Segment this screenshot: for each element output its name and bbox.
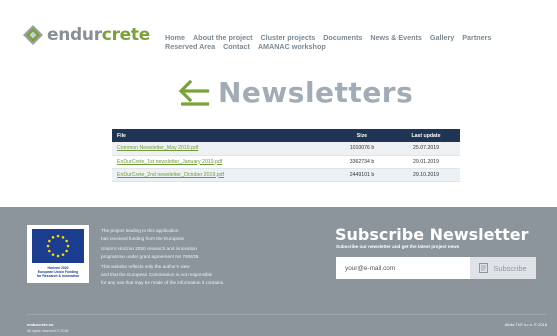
- file-cell: Common Newsletter_May 2019.pdf: [112, 142, 332, 156]
- nav-documents[interactable]: Documents: [323, 33, 362, 42]
- logo-text-gray: endur: [47, 25, 102, 45]
- header-file: File: [112, 129, 332, 142]
- subscribe-title: Subscribe Newsletter: [335, 225, 529, 244]
- file-cell: EnDurCrete_2nd newsletter_October 2019.p…: [112, 168, 332, 182]
- file-link[interactable]: EnDurCrete_1st newsletter_January 2019.p…: [117, 159, 222, 165]
- page-title: Newsletters: [218, 76, 414, 109]
- nav-gallery[interactable]: Gallery: [430, 33, 454, 42]
- table-header-row: File Size Last update: [112, 129, 460, 142]
- eu-star: [51, 253, 55, 256]
- subscribe-button[interactable]: Subscribe: [470, 257, 536, 279]
- table-row: EnDurCrete_2nd newsletter_October 2019.p…: [112, 168, 460, 182]
- page-heading: Newsletters: [178, 76, 413, 109]
- nav-row-2: Reserved Area Contact AMANAC workshop: [165, 42, 545, 51]
- subscribe-button-label: Subscribe: [493, 263, 527, 273]
- nav-contact[interactable]: Contact: [223, 42, 250, 51]
- nav-cluster-projects[interactable]: Cluster projects: [260, 33, 315, 42]
- funding-line: Union's Horizon 2020 research and innova…: [101, 246, 198, 252]
- eu-funding-logo: Horizon 2020 European Union Funding for …: [27, 225, 89, 283]
- eu-star: [65, 249, 68, 253]
- funding-line: for any use that may be made of the info…: [101, 279, 225, 285]
- footer-site-link[interactable]: endurcrete.eu: [27, 322, 53, 327]
- file-link[interactable]: Common Newsletter_May 2019.pdf: [117, 145, 198, 151]
- funding-line: and that the European Commission is not …: [101, 271, 213, 277]
- funding-line: The project leading to this application: [101, 228, 179, 233]
- eu-caption: Horizon 2020 European Union Funding for …: [29, 266, 87, 278]
- funding-statement: The project leading to this application …: [101, 227, 291, 289]
- eu-star: [61, 253, 65, 256]
- eu-star: [65, 239, 68, 243]
- eu-star: [66, 244, 70, 248]
- date-cell: 29.01.2019: [392, 155, 460, 169]
- size-cell: 1010076 b: [332, 142, 392, 156]
- logo-mark-icon: [23, 25, 43, 45]
- logo-text: endurcrete: [47, 25, 150, 45]
- nav-about-project[interactable]: About the project: [193, 33, 253, 42]
- date-cell: 25.07.2019: [392, 142, 460, 156]
- table-row: Common Newsletter_May 2019.pdf 1010076 b…: [112, 142, 460, 156]
- document-icon: [479, 263, 489, 273]
- funding-paragraph: This website reflects only the author's …: [101, 263, 291, 286]
- nav-partners[interactable]: Partners: [462, 33, 491, 42]
- newsletters-table: File Size Last update Common Newsletter_…: [112, 129, 460, 182]
- eu-star: [51, 236, 55, 239]
- header-last-update: Last update: [392, 129, 460, 142]
- nav-home[interactable]: Home: [165, 33, 185, 42]
- nav-reserved-area[interactable]: Reserved Area: [165, 42, 215, 51]
- footer-rights: All rights reserved © 2018: [27, 329, 69, 333]
- size-cell: 2449101 b: [332, 168, 392, 182]
- funding-paragraph: Union's Horizon 2020 research and innova…: [101, 245, 291, 260]
- eu-star: [56, 254, 60, 258]
- endurcrete-logo[interactable]: endurcrete: [22, 24, 150, 46]
- footer-divider: [27, 314, 547, 315]
- eu-star: [61, 236, 65, 239]
- eu-star: [46, 244, 50, 248]
- size-cell: 3362734 b: [332, 155, 392, 169]
- eu-flag-icon: [32, 229, 84, 263]
- nav-row-1: Home About the project Cluster projects …: [165, 33, 545, 42]
- funding-line: has received funding from the European: [101, 235, 185, 241]
- footer-credit: Allots TNT s.r.o. © 2018: [504, 322, 547, 327]
- eu-star: [56, 234, 60, 238]
- arrow-left-icon[interactable]: [178, 79, 212, 107]
- funding-paragraph: The project leading to this application …: [101, 227, 291, 242]
- email-input[interactable]: [336, 257, 470, 279]
- funding-line: This website reflects only the author's …: [101, 264, 190, 270]
- date-cell: 29.10.2019: [392, 168, 460, 182]
- eu-star: [48, 249, 51, 253]
- nav-news-events[interactable]: News & Events: [370, 33, 422, 42]
- main-nav: Home About the project Cluster projects …: [165, 33, 545, 51]
- nav-amanac-workshop[interactable]: AMANAC workshop: [258, 42, 326, 51]
- file-link[interactable]: EnDurCrete_2nd newsletter_October 2019.p…: [117, 172, 224, 178]
- subscribe-description: Subscribe our newsletter and get the lat…: [336, 244, 460, 249]
- file-cell: EnDurCrete_1st newsletter_January 2019.p…: [112, 155, 332, 169]
- funding-line: programme under grant agreement No 76063…: [101, 253, 200, 259]
- eu-star: [48, 239, 51, 243]
- eu-caption-line: for Research & Innovation: [36, 274, 80, 278]
- table-row: EnDurCrete_1st newsletter_January 2019.p…: [112, 155, 460, 169]
- site-footer: Horizon 2020 European Union Funding for …: [0, 207, 557, 336]
- header-size: Size: [332, 129, 392, 142]
- site-header: endurcrete Home About the project Cluste…: [0, 0, 557, 70]
- logo-text-green: crete: [101, 25, 150, 45]
